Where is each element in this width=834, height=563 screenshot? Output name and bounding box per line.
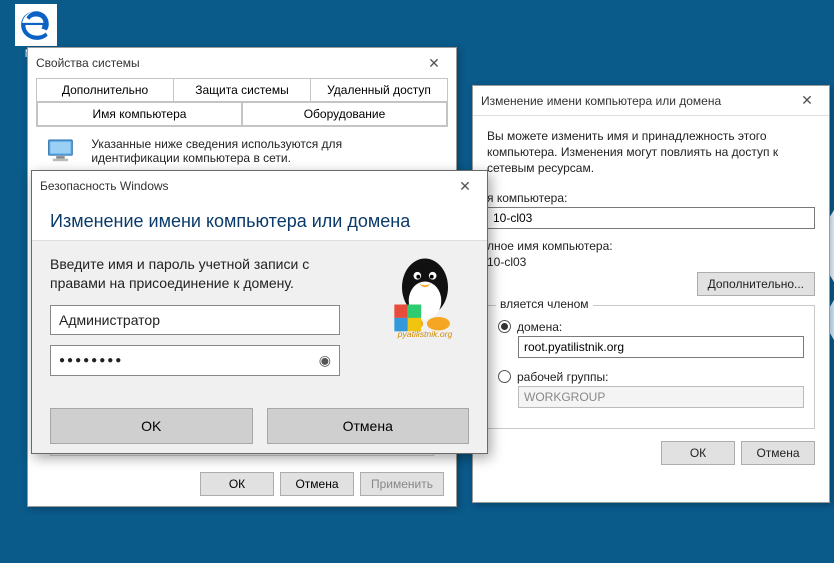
ok-button[interactable]: OK: [50, 408, 253, 444]
cancel-button[interactable]: Отмена: [267, 408, 470, 444]
ok-button[interactable]: ОК: [661, 441, 735, 465]
reveal-password-icon[interactable]: ◉: [319, 352, 331, 369]
more-button[interactable]: Дополнительно...: [697, 272, 815, 296]
cancel-button[interactable]: Отмена: [741, 441, 815, 465]
edge-icon: [15, 4, 57, 46]
radio-domain-label: домена:: [517, 320, 562, 334]
window-title: Свойства системы: [36, 56, 140, 70]
titlebar[interactable]: Свойства системы ✕: [28, 48, 456, 78]
titlebar[interactable]: Безопасность Windows ✕: [32, 171, 487, 201]
window-title: Безопасность Windows: [40, 179, 169, 193]
window-computer-name-change: Изменение имени компьютера или домена ✕ …: [472, 85, 830, 503]
radio-icon: [498, 320, 511, 333]
dialog-prompt: Введите имя и пароль учетной записи с пр…: [50, 255, 350, 293]
computer-icon: [46, 137, 80, 168]
ok-button[interactable]: ОК: [200, 472, 274, 496]
username-input[interactable]: Администратор: [50, 305, 340, 335]
member-of-group: вляется членом домена: рабочей группы:: [487, 305, 815, 429]
radio-icon: [498, 370, 511, 383]
radio-workgroup[interactable]: рабочей группы:: [498, 370, 804, 384]
window-security-credentials: Безопасность Windows ✕ Изменение имени к…: [31, 170, 488, 454]
system-description: Указанные ниже сведения используются для…: [91, 137, 401, 165]
radio-workgroup-label: рабочей группы:: [517, 370, 608, 384]
svg-text:pyatilistnik.org: pyatilistnik.org: [397, 329, 453, 339]
password-input[interactable]: ●●●●●●●● ◉: [50, 345, 340, 376]
watermark-image: pyatilistnik.org: [377, 247, 473, 339]
tabs-row-2: Имя компьютера Оборудование: [36, 102, 448, 127]
cancel-button[interactable]: Отмена: [280, 472, 354, 496]
group-legend: вляется членом: [496, 297, 593, 311]
tab-protection[interactable]: Защита системы: [174, 79, 311, 101]
close-icon[interactable]: ✕: [793, 90, 821, 112]
full-name-label: лное имя компьютера:: [487, 239, 815, 253]
dialog-heading: Изменение имени компьютера или домена: [32, 201, 487, 241]
tabs-row-1: Дополнительно Защита системы Удаленный д…: [36, 78, 448, 102]
workgroup-input: [518, 386, 804, 408]
username-value: Администратор: [59, 312, 160, 328]
radio-domain[interactable]: домена:: [498, 320, 804, 334]
tab-advanced[interactable]: Дополнительно: [37, 79, 174, 101]
tab-remote[interactable]: Удаленный доступ: [311, 79, 447, 101]
tab-computer-name[interactable]: Имя компьютера: [37, 103, 242, 126]
info-text: Вы можете изменить имя и принадлежность …: [487, 128, 815, 177]
computer-name-input[interactable]: [487, 207, 815, 229]
window-title: Изменение имени компьютера или домена: [481, 94, 721, 108]
close-icon[interactable]: ✕: [420, 52, 448, 74]
full-name-value: 10-cl03: [487, 255, 815, 269]
computer-name-label: я компьютера:: [487, 191, 815, 205]
tab-hardware[interactable]: Оборудование: [242, 103, 447, 126]
titlebar[interactable]: Изменение имени компьютера или домена ✕: [473, 86, 829, 116]
password-value: ●●●●●●●●: [59, 355, 123, 366]
apply-button[interactable]: Применить: [360, 472, 444, 496]
domain-input[interactable]: [518, 336, 804, 358]
close-icon[interactable]: ✕: [451, 175, 479, 197]
